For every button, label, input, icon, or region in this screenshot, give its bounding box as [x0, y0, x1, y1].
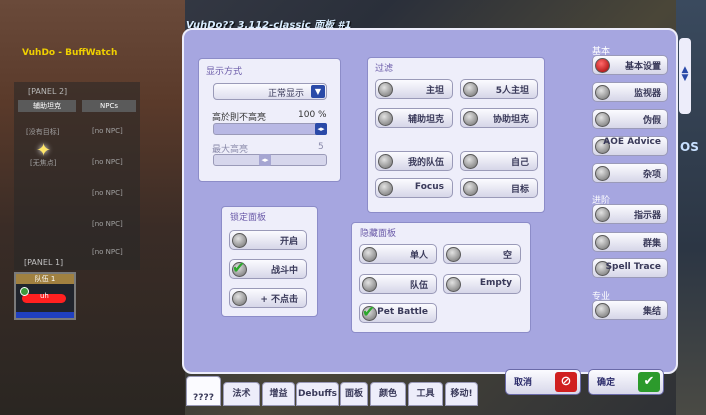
panel-selector-scroll[interactable]: ▲ ▼ — [679, 38, 691, 114]
ok-button[interactable]: 确定 ✔ — [588, 369, 664, 395]
max-highlight-slider[interactable]: ◂▸ — [213, 154, 327, 166]
background-text: OS — [680, 140, 699, 154]
tab-panels[interactable]: 面板 — [340, 382, 368, 406]
side-clusters-button[interactable]: 群集 — [592, 232, 668, 252]
cancel-icon: ⊘ — [555, 372, 577, 392]
filter-assist-tank-button[interactable]: 协助坦克 — [460, 108, 538, 128]
panel2-header-npcs: NPCs — [82, 100, 136, 112]
tab-buffs[interactable]: 增益 — [262, 382, 295, 406]
filter-off-tank-button[interactable]: 辅助坦克 — [375, 108, 453, 128]
display-mode-value: 正常显示 — [267, 89, 304, 99]
hide-solo-button[interactable]: 单人 — [359, 244, 437, 264]
slider-handle[interactable]: ◂▸ — [259, 154, 271, 166]
panel2-cell-npc-4[interactable]: [no NPC] — [92, 220, 123, 228]
tab-debuffs[interactable]: Debuffs — [296, 382, 339, 406]
tab-unknown[interactable]: ???? — [186, 376, 221, 406]
hide-empty-button[interactable]: Empty — [443, 274, 521, 294]
panel2-cell-npc-1[interactable]: [no NPC] — [92, 127, 123, 135]
hide-above-label: 高於則不高亮 — [212, 113, 267, 123]
lock-in-combat-button[interactable]: ✔ 战斗中 — [229, 258, 307, 279]
lock-no-click-button[interactable]: + 不点击 — [229, 288, 307, 308]
buffwatch-title: VuhDo - BuffWatch — [22, 48, 118, 58]
side-indicators-button[interactable]: 指示器 — [592, 204, 668, 224]
hide-pet-battle-button[interactable]: ✔ Pet Battle — [359, 302, 437, 323]
hide-panel-label: 隐藏面板 — [360, 229, 397, 239]
lock-enable-button[interactable]: 开启 — [229, 230, 307, 250]
panel2-label: [PANEL 2] — [28, 87, 68, 96]
side-rally-button[interactable]: 集结 — [592, 300, 668, 320]
filter-target-button[interactable]: 目标 — [460, 178, 538, 198]
ok-check-icon: ✔ — [638, 372, 660, 392]
role-icon — [20, 287, 29, 296]
panel1-label: [PANEL 1] — [24, 258, 64, 267]
up-down-arrows-icon: ▲ ▼ — [681, 65, 689, 83]
filter-my-group-button[interactable]: 我的队伍 — [375, 151, 453, 171]
filter-focus-button[interactable]: Focus — [375, 178, 453, 198]
side-fake-button[interactable]: 伪假 — [592, 109, 668, 129]
unit-name: uh — [40, 292, 49, 300]
hide-above-value: 100 % — [298, 110, 327, 120]
tab-colors[interactable]: 颜色 — [370, 382, 406, 406]
lock-panel-label: 锁定面板 — [230, 213, 267, 223]
panel2-cell-npc-3[interactable]: [no NPC] — [92, 189, 123, 197]
tab-spells[interactable]: 法术 — [223, 382, 260, 406]
side-aoe-advice-button[interactable]: AOE Advice — [592, 136, 668, 156]
cancel-button[interactable]: 取消 ⊘ — [505, 369, 581, 395]
side-monitor-button[interactable]: 监视器 — [592, 82, 668, 102]
side-general-settings-button[interactable]: 基本设置 — [592, 55, 668, 75]
panel2-cell-npc-5[interactable]: [no NPC] — [92, 248, 123, 256]
filter-5-main-tank-button[interactable]: 5人主坦 — [460, 79, 538, 99]
display-mode-dropdown[interactable]: 正常显示 ▼ — [213, 83, 327, 100]
panel2-cell-npc-2[interactable]: [no NPC] — [92, 158, 123, 166]
panel1-frame[interactable]: 队伍 1 uh — [14, 272, 76, 320]
side-spell-trace-button[interactable]: Spell Trace — [592, 258, 668, 278]
panel2-cell-no-target[interactable]: [没有目标] — [26, 127, 59, 137]
hide-party-button[interactable]: 队伍 — [359, 274, 437, 294]
hide-above-slider[interactable]: ◂▸ — [213, 123, 327, 135]
filter-self-button[interactable]: 自己 — [460, 151, 538, 171]
slider-handle[interactable]: ◂▸ — [315, 123, 327, 135]
panel2-cell-no-focus[interactable]: [无焦点] — [30, 158, 56, 168]
unit-mana-bar — [16, 312, 74, 318]
checkmark-icon: ✔ — [232, 258, 246, 277]
chevron-down-icon[interactable]: ▼ — [311, 85, 325, 98]
filter-label: 过滤 — [375, 64, 394, 74]
side-misc-button[interactable]: 杂项 — [592, 163, 668, 183]
panel2-header-tanks: 辅助坦克 — [18, 100, 76, 112]
checkmark-icon: ✔ — [362, 302, 376, 321]
max-highlight-value: 5 — [318, 142, 324, 152]
panel1-group-header: 队伍 1 — [16, 274, 74, 284]
tab-tools[interactable]: 工具 — [408, 382, 443, 406]
display-mode-label: 显示方式 — [206, 67, 243, 77]
tab-move[interactable]: 移动! — [445, 382, 478, 406]
filter-main-tank-button[interactable]: 主坦 — [375, 79, 453, 99]
hide-empty-cn-button[interactable]: 空 — [443, 244, 521, 264]
